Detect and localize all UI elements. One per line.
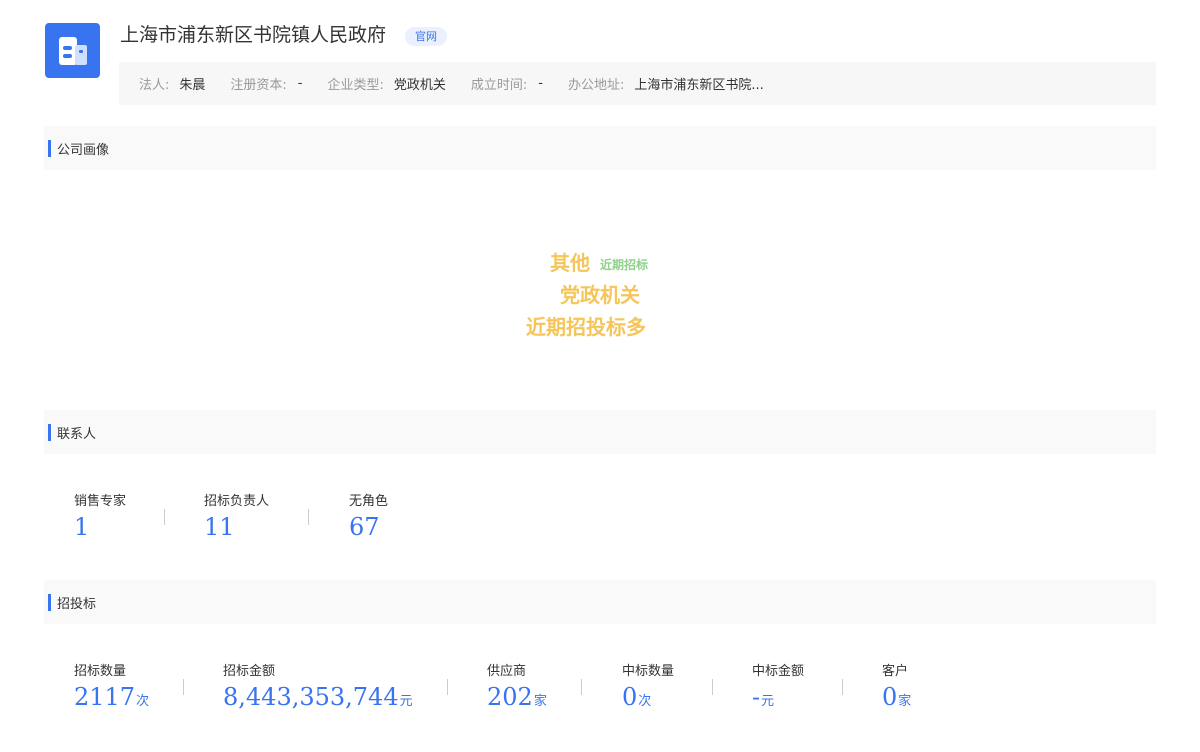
section-header-bidding: 招投标 <box>44 580 1156 624</box>
section-title-contacts: 联系人 <box>57 426 97 442</box>
stat-unit: 元 <box>399 694 413 709</box>
section-accent-bar <box>48 139 51 157</box>
building-icon <box>59 37 87 65</box>
divider <box>842 679 843 695</box>
founded-value: - <box>538 76 543 91</box>
founded-date: 成立时间: - <box>471 74 543 93</box>
section-header-profile: 公司画像 <box>44 126 1156 170</box>
company-profile-word-cloud: 其他 近期招标 党政机关 近期招投标多 <box>0 170 1200 408</box>
founded-label: 成立时间: <box>470 78 528 93</box>
stat-value: 0家 <box>882 683 911 716</box>
cloud-word-other: 其他 <box>550 251 590 275</box>
stat-label: 招标负责人 <box>204 494 270 509</box>
company-logo <box>45 23 100 78</box>
stat-value: 0次 <box>622 683 674 716</box>
official-site-badge[interactable]: 官网 <box>405 27 447 46</box>
stat-unit: 次 <box>136 694 150 709</box>
stat-bid-manager[interactable]: 招标负责人 11 <box>204 494 269 541</box>
stat-value: 67 <box>349 513 380 541</box>
stat-unit: 次 <box>638 694 652 709</box>
stat-value: 2117次 <box>74 683 149 716</box>
company-type-label: 企业类型: <box>327 78 384 93</box>
stat-suppliers[interactable]: 供应商 202家 <box>487 664 547 716</box>
stat-label: 销售专家 <box>74 494 127 509</box>
company-type: 企业类型: 党政机关 <box>328 74 446 93</box>
stat-value: 11 <box>204 513 235 541</box>
address-value[interactable]: 上海市浦东新区书院... <box>634 74 763 93</box>
cloud-word-recent-bidding: 近期招标 <box>600 258 649 272</box>
capital-value: - <box>297 76 303 91</box>
capital-label: 注册资本: <box>230 78 287 93</box>
stat-label: 招标数量 <box>74 664 127 679</box>
stat-number: 8,443,353,744 <box>223 683 399 711</box>
stat-label: 客户 <box>882 664 909 679</box>
stat-unit: 元 <box>761 694 775 709</box>
company-type-value: 党政机关 <box>393 78 446 93</box>
section-title-profile: 公司画像 <box>57 142 110 158</box>
legal-person-label: 法人: <box>139 78 170 93</box>
divider <box>581 679 582 695</box>
divider <box>164 509 165 525</box>
stat-tender-amount[interactable]: 招标金额 8,443,353,744元 <box>223 664 413 716</box>
divider <box>712 679 713 695</box>
cloud-word-party-government: 党政机关 <box>560 283 640 307</box>
stat-value: 202家 <box>487 683 547 716</box>
stat-win-count[interactable]: 中标数量 0次 <box>622 664 674 716</box>
cloud-word-frequent-bidding: 近期招投标多 <box>526 315 646 339</box>
stat-win-amount[interactable]: 中标金额 -元 <box>752 664 804 716</box>
divider <box>447 679 448 695</box>
section-header-contacts: 联系人 <box>44 410 1156 454</box>
office-address: 办公地址: 上海市浦东新区书院... <box>568 74 764 93</box>
stat-number: - <box>752 683 761 711</box>
stat-value: 1 <box>74 513 90 541</box>
stat-number: 0 <box>622 683 638 711</box>
section-accent-bar <box>48 423 51 441</box>
stat-number: 2117 <box>74 683 136 711</box>
stat-tender-count[interactable]: 招标数量 2117次 <box>74 664 149 716</box>
stat-value: 8,443,353,744元 <box>223 683 413 716</box>
stat-label: 招标金额 <box>223 664 276 679</box>
stat-label: 供应商 <box>487 664 527 679</box>
stat-label: 无角色 <box>349 494 389 509</box>
stat-number: 202 <box>487 683 533 711</box>
divider <box>183 679 184 695</box>
address-label: 办公地址: <box>568 78 625 93</box>
stat-label: 中标金额 <box>752 664 805 679</box>
stat-no-role[interactable]: 无角色 67 <box>349 494 388 541</box>
stat-unit: 家 <box>533 694 547 709</box>
stat-customers[interactable]: 客户 0家 <box>882 664 911 716</box>
divider <box>308 509 309 525</box>
stat-sales-expert[interactable]: 销售专家 1 <box>74 494 126 541</box>
company-name: 上海市浦东新区书院镇人民政府 <box>120 24 387 46</box>
section-title-bidding: 招投标 <box>57 596 97 612</box>
legal-person-value[interactable]: 朱晨 <box>179 74 205 93</box>
registered-capital: 注册资本: - <box>230 74 302 93</box>
stat-number: 0 <box>882 683 898 711</box>
company-info-bar: 法人: 朱晨 注册资本: - 企业类型: 党政机关 成立时间: - 办公地址: … <box>119 62 1156 105</box>
section-accent-bar <box>48 593 51 611</box>
legal-person: 法人: 朱晨 <box>139 74 205 93</box>
stat-value: -元 <box>752 683 804 716</box>
stat-unit: 家 <box>898 694 912 709</box>
stat-label: 中标数量 <box>622 664 675 679</box>
